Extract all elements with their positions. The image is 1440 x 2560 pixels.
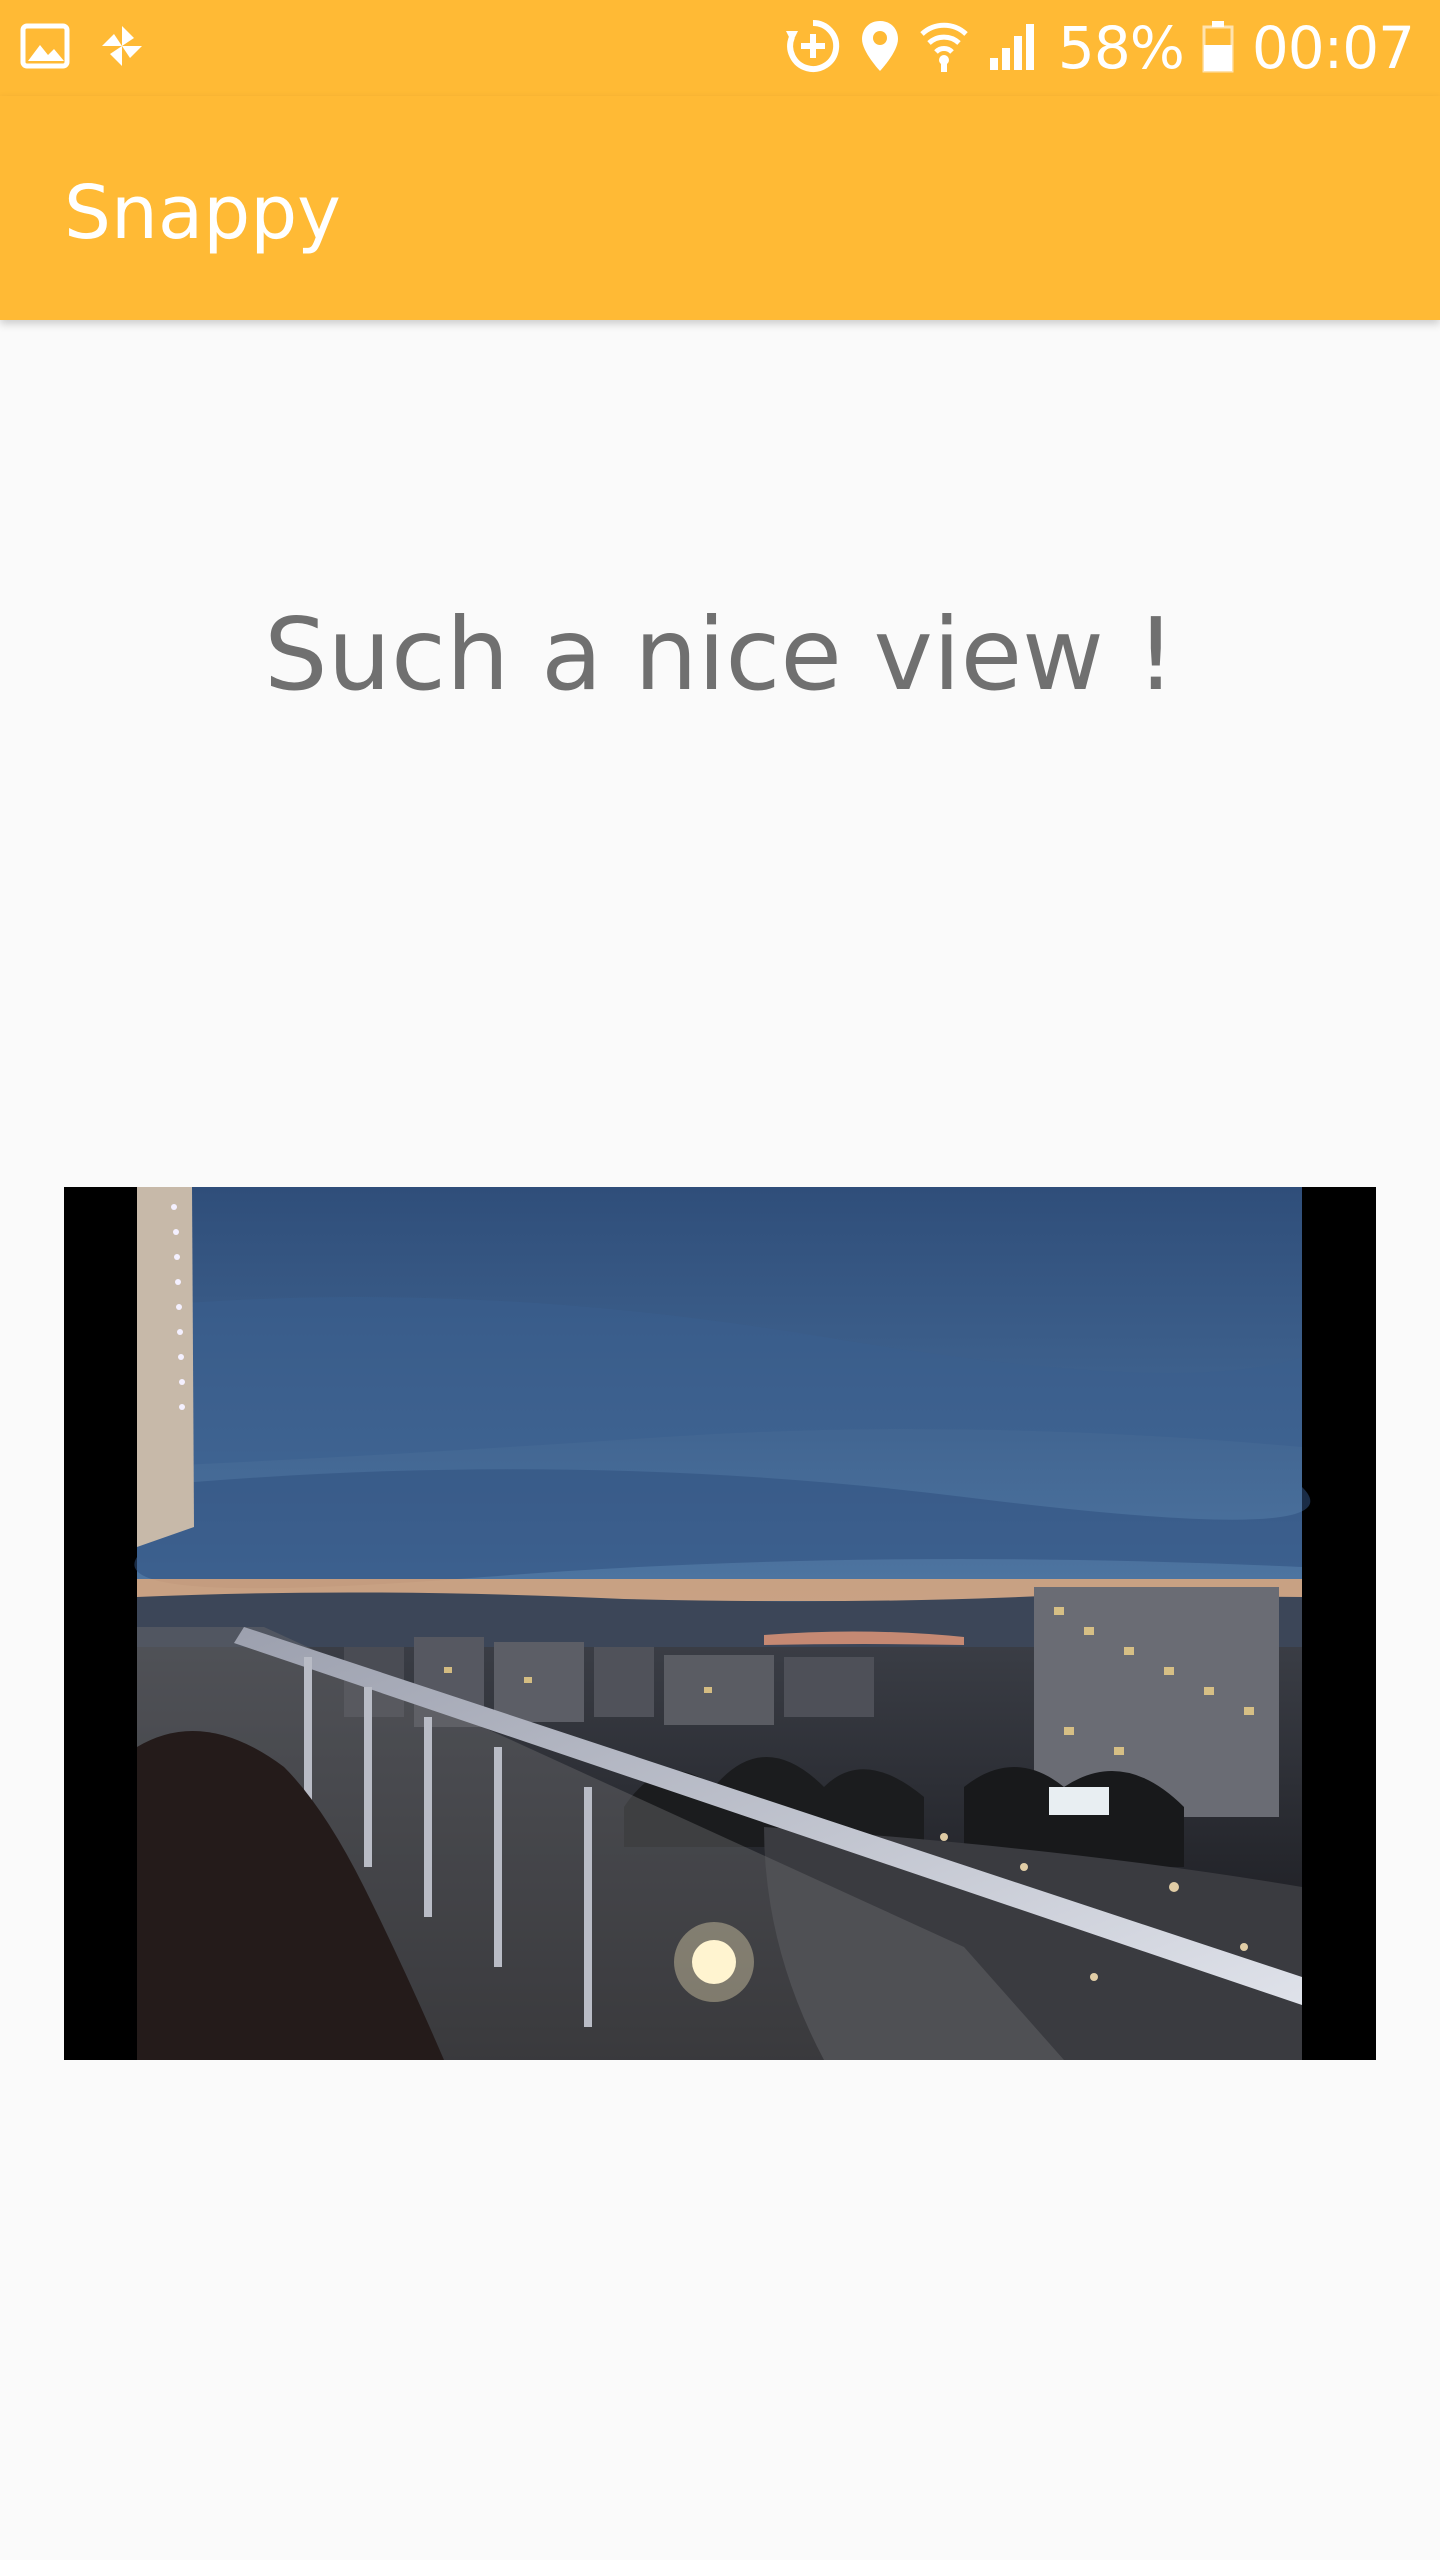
battery-icon	[1202, 19, 1234, 77]
sync-plus-icon	[784, 17, 842, 79]
status-time: 00:07	[1251, 14, 1415, 82]
app-bar: Snappy	[0, 96, 1440, 320]
city-photo-image	[134, 1187, 1311, 2060]
status-bar-left	[20, 20, 146, 76]
photo-caption-heading: Such a nice view !	[264, 596, 1176, 713]
wifi-icon	[918, 18, 970, 78]
status-bar: 58% 00:07	[0, 0, 1440, 96]
photo-frame[interactable]	[64, 1187, 1376, 2060]
status-bar-right: 58% 00:07	[784, 14, 1415, 82]
location-icon	[860, 19, 900, 77]
gallery-icon	[20, 23, 70, 73]
app-title: Snappy	[64, 170, 341, 256]
signal-icon	[988, 20, 1040, 76]
battery-percent: 58%	[1057, 14, 1185, 82]
pinwheel-icon	[98, 22, 146, 74]
